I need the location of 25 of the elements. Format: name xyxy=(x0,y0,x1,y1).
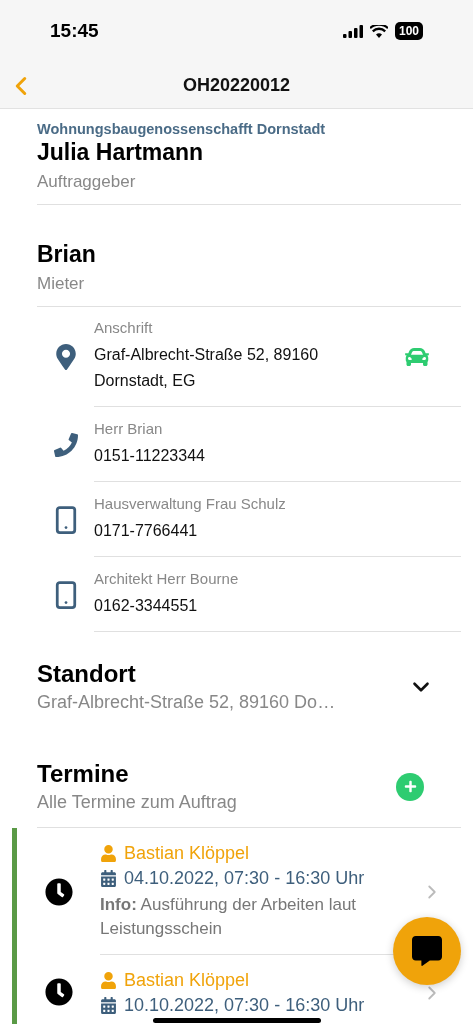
person-name: Brian xyxy=(37,241,96,268)
appointment-date: 04.10.2022, 07:30 - 16:30 Uhr xyxy=(124,868,365,889)
person-name: Julia Hartmann xyxy=(37,139,204,166)
contact-value[interactable]: 0171-7766441 xyxy=(94,517,198,544)
contact-label: Anschrift xyxy=(94,319,153,336)
section-title: Standort xyxy=(37,660,136,688)
contact-value[interactable]: 0151-11223344 xyxy=(94,442,205,469)
contact-label: Architekt Herr Bourne xyxy=(94,569,239,587)
battery-level: 100 xyxy=(394,22,423,40)
appointment-person: Bastian Klöppel xyxy=(124,970,250,991)
person-role: Auftraggeber xyxy=(37,172,136,192)
contact-value[interactable]: 0162-3344551 xyxy=(94,592,198,619)
organization-name: Wohnungsbaugenossenschafft Dornstadt xyxy=(37,121,326,137)
section-subtitle: Alle Termine zum Auftrag xyxy=(37,792,237,813)
location-address: Graf-Albrecht-Straße 52, 89160 Do… xyxy=(37,692,336,713)
appointment-date: 10.10.2022, 07:30 - 16:30 Uhr xyxy=(124,995,365,1016)
contact-value[interactable]: Graf-Albrecht-Straße 52, 89160 Dornstadt, EG xyxy=(94,342,364,394)
nav-title: OH20220012 xyxy=(182,74,291,96)
status-time: 15:45 xyxy=(50,20,99,42)
section-title: Termine xyxy=(37,760,129,788)
appointment-info: Info: Ausführung der Arbeiten laut Leistungsschein xyxy=(100,894,358,940)
person-role: Mieter xyxy=(37,274,85,294)
appointment-person: Bastian Klöppel xyxy=(124,843,250,864)
contact-label: Herr Brian xyxy=(94,419,163,437)
contact-label: Hausverwaltung Frau Schulz xyxy=(94,494,286,512)
